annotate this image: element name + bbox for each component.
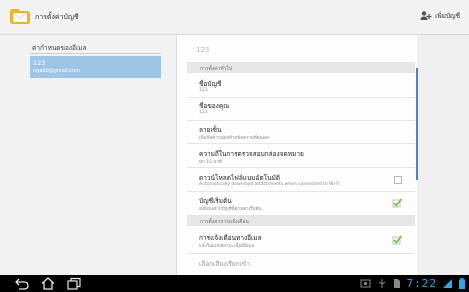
divider — [187, 253, 415, 254]
accounts-pane: ค่ากำหนดของอีเมล 123 ngad0@gmail.com — [0, 35, 176, 275]
status-area[interactable]: 7:22 — [360, 277, 465, 290]
back-icon[interactable] — [14, 277, 30, 290]
battery-icon — [459, 278, 465, 289]
setting-subtitle: ทุก 15 นาที — [199, 160, 222, 165]
divider — [187, 191, 415, 192]
divider — [187, 143, 415, 144]
wifi-signal-icon — [443, 279, 452, 288]
add-account-label: เพิ่มบัญชี — [435, 12, 460, 20]
sd-card-icon — [393, 279, 400, 288]
setting-subtitle: ส่งอีเมลจากบัญชีนี้ตามค่าเริ่มต้น — [199, 207, 262, 212]
system-navigation-bar: 7:22 — [0, 275, 469, 292]
divider — [187, 97, 415, 98]
usb-icon — [378, 279, 385, 288]
email-preferences-label[interactable]: ค่ากำหนดของอีเมล — [32, 43, 86, 53]
section-header-label: การตั้งค่าการแจ้งเตือน — [200, 218, 249, 225]
add-person-icon — [420, 11, 432, 20]
account-settings-pane: 123 การตั้งค่าทั่วไป ชื่อบัญชี 123 ชื่อข… — [176, 35, 418, 275]
section-header-general: การตั้งค่าทั่วไป — [187, 62, 415, 73]
setting-subtitle: เพิ่มข้อความต่อท้ายข้อความที่คุณส่ง — [199, 136, 269, 141]
action-bar: การตั้งค่าบัญชี เพิ่มบัญชี — [0, 0, 469, 35]
account-email: ngad0@gmail.com — [33, 68, 80, 74]
divider — [30, 53, 161, 54]
default-account-checkbox-checked[interactable] — [392, 198, 402, 208]
page-title: การตั้งค่าบัญชี — [35, 13, 79, 21]
section-header-notifications: การตั้งค่าการแจ้งเตือน — [187, 215, 415, 226]
section-header-label: การตั้งค่าทั่วไป — [200, 65, 233, 72]
screenshot-icon — [360, 279, 370, 288]
auto-download-checkbox[interactable] — [394, 176, 402, 184]
add-account-button[interactable]: เพิ่มบัญชี — [420, 10, 460, 22]
account-settings-title: 123 — [196, 46, 210, 54]
recent-apps-icon[interactable] — [66, 277, 82, 290]
email-app-icon[interactable] — [10, 7, 30, 24]
divider — [187, 120, 415, 121]
account-name: 123 — [33, 59, 46, 67]
home-icon[interactable] — [40, 277, 56, 290]
setting-title: เลือกเสียงเรียกเข้า — [199, 260, 250, 268]
setting-subtitle: 123 — [199, 88, 208, 93]
setting-subtitle: Automatically download attachments when … — [199, 182, 340, 187]
account-item-selected[interactable]: 123 ngad0@gmail.com — [30, 56, 161, 78]
email-notifications-checkbox-checked[interactable] — [392, 235, 402, 245]
setting-subtitle: 123 — [199, 110, 208, 115]
setting-subtitle: แจ้งในแถบสถานะเมื่อมีอีเมล — [199, 244, 255, 249]
email-account-settings-window: การตั้งค่าบัญชี เพิ่มบัญชี ค่ากำหนดของอี… — [0, 0, 469, 275]
divider — [187, 167, 415, 168]
scrollbar[interactable] — [416, 68, 418, 180]
status-clock: 7:22 — [406, 277, 437, 290]
